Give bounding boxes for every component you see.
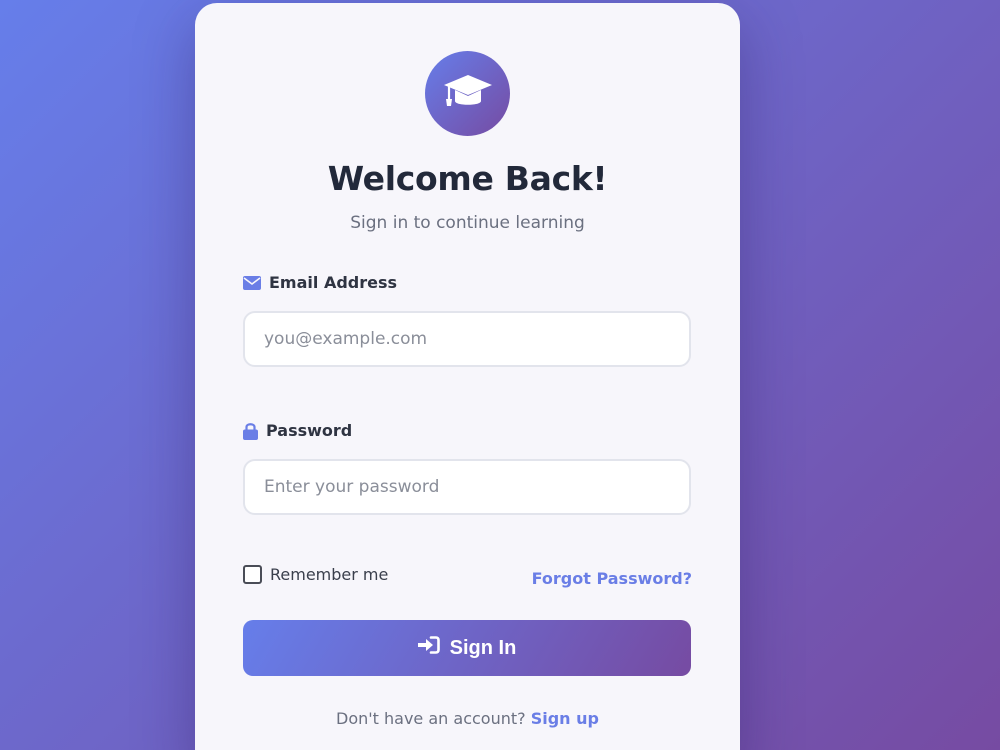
lock-icon	[243, 422, 258, 440]
email-label: Email Address	[243, 273, 397, 292]
remember-me[interactable]: Remember me	[243, 565, 388, 584]
graduation-cap-icon	[443, 72, 493, 116]
email-input[interactable]	[243, 311, 691, 367]
page-subtitle: Sign in to continue learning	[350, 213, 585, 233]
sign-in-label: Sign In	[449, 636, 517, 659]
email-label-text: Email Address	[269, 273, 398, 292]
password-input[interactable]	[243, 459, 691, 515]
password-label: Password	[243, 421, 352, 440]
envelope-icon	[243, 275, 261, 290]
forgot-password-link[interactable]: Forgot Password?	[532, 569, 692, 588]
password-label-text: Password	[266, 421, 353, 440]
logo-badge	[425, 51, 510, 136]
remember-checkbox[interactable]	[243, 565, 262, 584]
signup-prompt: Don't have an account? Sign up	[195, 709, 740, 728]
remember-label: Remember me	[270, 565, 389, 584]
login-card: Welcome Back! Sign in to continue learni…	[195, 3, 740, 750]
sign-in-button[interactable]: Sign In	[243, 620, 691, 676]
page-title: Welcome Back!	[327, 159, 608, 198]
sign-in-icon	[417, 636, 440, 660]
signup-link[interactable]: Sign up	[531, 709, 599, 728]
signup-prompt-text: Don't have an account?	[336, 709, 526, 728]
